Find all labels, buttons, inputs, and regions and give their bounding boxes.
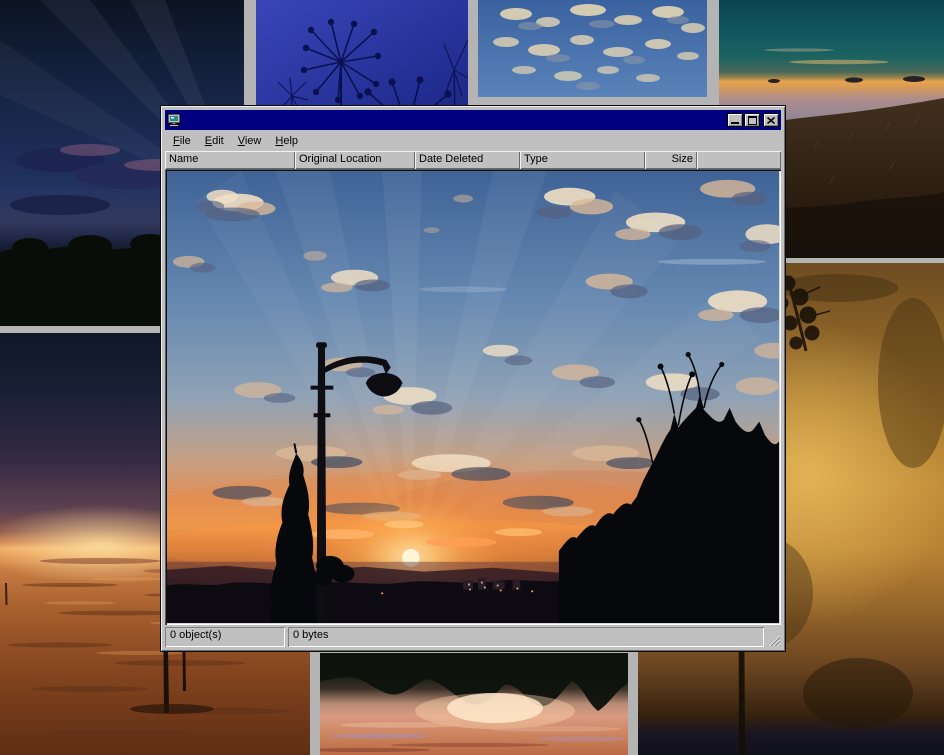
recycle-bin-window: File Edit View Help Name Original Locati… bbox=[160, 105, 786, 652]
sunset-lamppost-photo bbox=[167, 171, 779, 623]
column-header-filler bbox=[697, 151, 781, 169]
column-header-date-deleted[interactable]: Date Deleted bbox=[415, 151, 520, 169]
resize-grip-icon bbox=[768, 634, 781, 647]
menu-item-edit[interactable]: Edit bbox=[199, 133, 232, 149]
statusbar: 0 object(s) 0 bytes bbox=[165, 625, 781, 647]
list-viewport[interactable] bbox=[165, 169, 781, 625]
minimize-icon bbox=[731, 122, 739, 124]
menu-item-help[interactable]: Help bbox=[269, 133, 306, 149]
maximize-icon bbox=[748, 116, 757, 125]
close-button[interactable] bbox=[763, 113, 779, 127]
column-header-type[interactable]: Type bbox=[520, 151, 645, 169]
column-header-name[interactable]: Name bbox=[165, 151, 295, 169]
menu-item-file[interactable]: File bbox=[167, 133, 199, 149]
status-object-count: 0 object(s) bbox=[165, 627, 285, 647]
column-header-size[interactable]: Size bbox=[645, 151, 697, 169]
menu-item-view[interactable]: View bbox=[232, 133, 270, 149]
maximize-button[interactable] bbox=[744, 113, 760, 127]
close-icon bbox=[767, 117, 775, 124]
resize-grip[interactable] bbox=[767, 627, 781, 647]
computer-icon[interactable] bbox=[167, 113, 182, 128]
menubar: File Edit View Help bbox=[165, 130, 781, 151]
minimize-button[interactable] bbox=[727, 113, 743, 127]
column-header-row: Name Original Location Date Deleted Type… bbox=[165, 151, 781, 169]
bg-photo-water-reflection bbox=[320, 653, 628, 755]
status-size: 0 bytes bbox=[288, 627, 764, 647]
window-titlebar[interactable] bbox=[165, 110, 781, 130]
bg-photo-scattered-clouds bbox=[478, 0, 707, 97]
column-header-original-location[interactable]: Original Location bbox=[295, 151, 415, 169]
